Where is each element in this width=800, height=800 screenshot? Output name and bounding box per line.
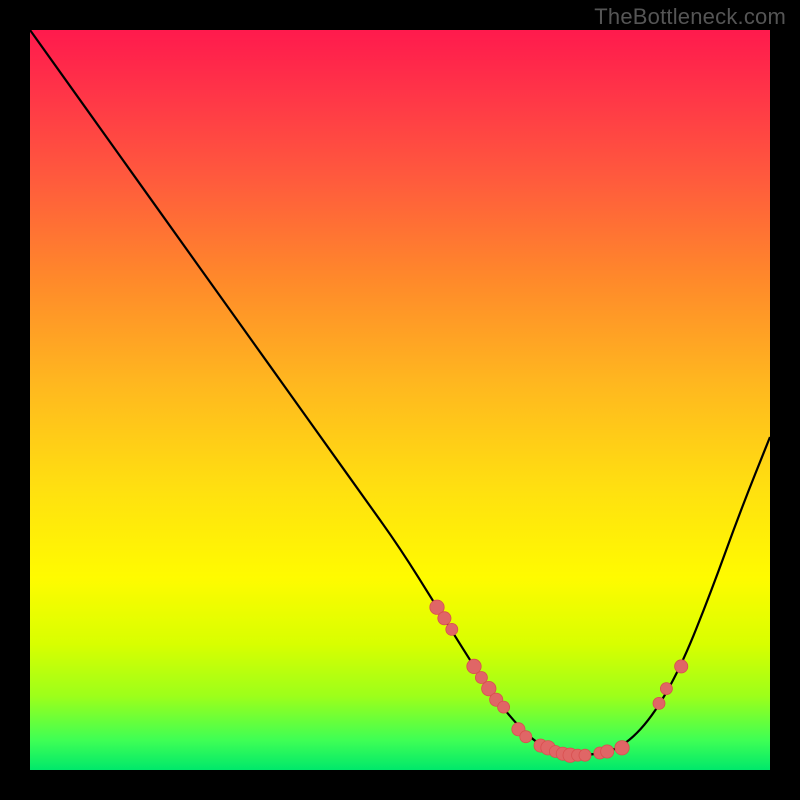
curve-svg <box>30 30 770 770</box>
curve-marker <box>660 683 672 695</box>
curve-marker <box>579 749 591 761</box>
curve-marker <box>467 659 481 673</box>
curve-marker <box>498 701 510 713</box>
curve-marker <box>446 623 458 635</box>
curve-marker <box>675 660 688 673</box>
curve-marker <box>438 612 451 625</box>
curve-marker <box>615 741 629 755</box>
curve-marker <box>653 697 665 709</box>
curve-marker <box>601 745 614 758</box>
plot-area <box>30 30 770 770</box>
attribution-text: TheBottleneck.com <box>594 4 786 30</box>
curve-markers <box>430 600 688 762</box>
curve-marker <box>475 672 487 684</box>
curve-marker <box>520 731 532 743</box>
bottleneck-curve <box>30 30 770 755</box>
chart-frame: TheBottleneck.com <box>0 0 800 800</box>
